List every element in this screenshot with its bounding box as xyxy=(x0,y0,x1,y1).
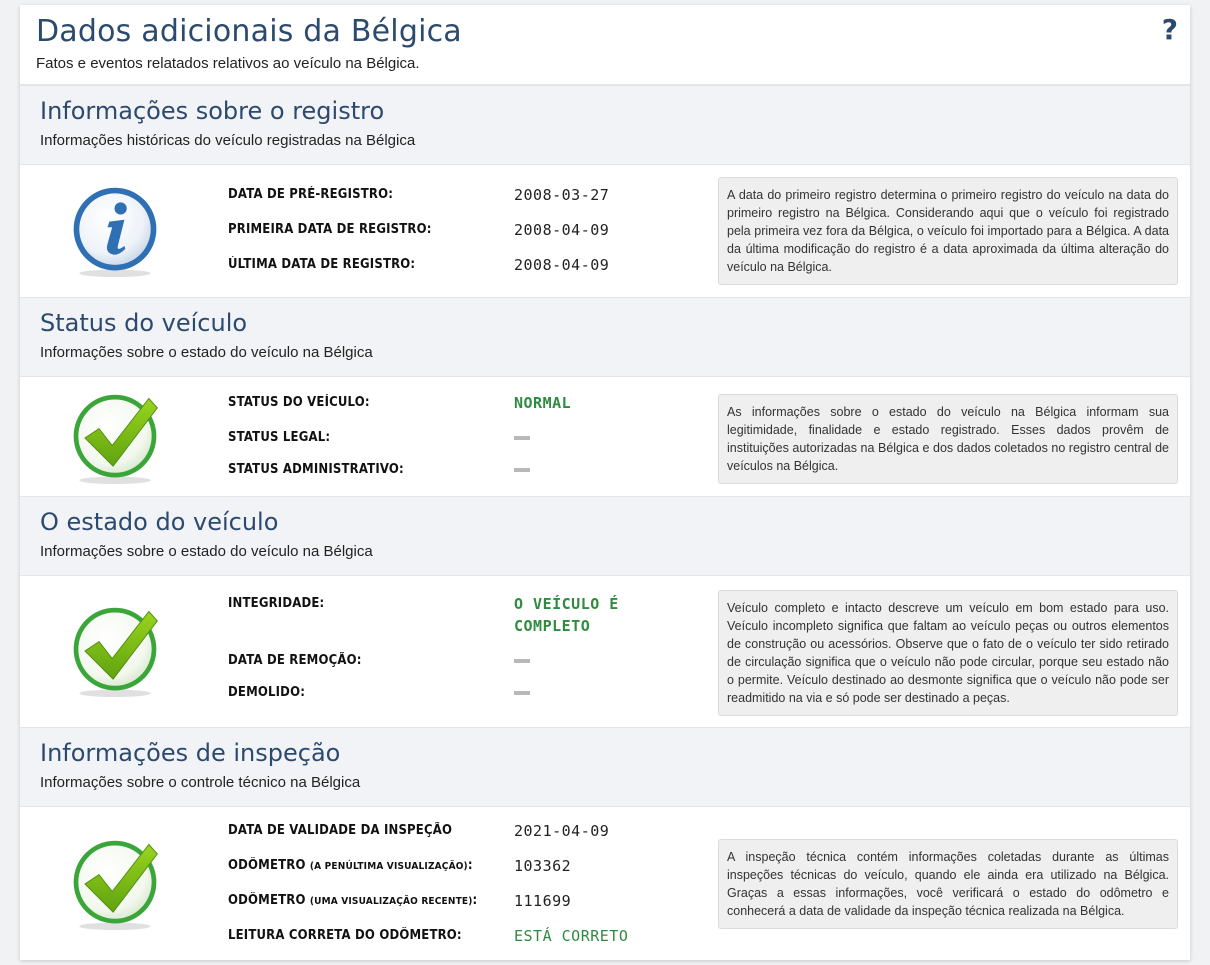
field-value: 2008-04-09 xyxy=(514,256,610,274)
info-note: A inspeção técnica contém informações co… xyxy=(718,839,1178,929)
empty-value-dash xyxy=(514,659,530,663)
field-label: ODÔMETRO (A PENÚLTIMA VISUALIZAÇÃO): xyxy=(228,856,485,876)
field-row: ODÔMETRO (A PENÚLTIMA VISUALIZAÇÃO): 103… xyxy=(228,856,708,878)
info-note: Veículo completo e intacto descreve um v… xyxy=(718,590,1178,716)
section-title: Informações sobre o registro xyxy=(40,97,385,125)
section-title: O estado do veículo xyxy=(40,508,279,536)
section-body-inspection: DATA DE VALIDADE DA INSPEÇÃO 2021-04-09 … xyxy=(20,807,1190,960)
field-label-qualifier: (A PENÚLTIMA VISUALIZAÇÃO) xyxy=(309,861,468,872)
checkmark-icon xyxy=(73,394,158,485)
section-subtitle: Informações sobre o estado do veículo na… xyxy=(40,543,373,560)
field-label: STATUS DO VEÍCULO: xyxy=(228,395,370,410)
field-value: 2008-03-27 xyxy=(514,186,610,204)
section-subtitle: Informações sobre o estado do veículo na… xyxy=(40,344,373,361)
field-label-qualifier: (UMA VISUALIZAÇÃO RECENTE) xyxy=(309,896,473,907)
field-row: PRIMEIRA DATA DE REGISTRO: 2008-04-09 xyxy=(228,220,708,242)
status-fields: STATUS DO VEÍCULO: NORMAL STATUS LEGAL: … xyxy=(228,393,708,492)
empty-value-dash xyxy=(514,691,530,695)
field-row: ODÔMETRO (UMA VISUALIZAÇÃO RECENTE): 111… xyxy=(228,891,708,913)
checkmark-icon xyxy=(73,607,158,698)
field-label-main: ODÔMETRO xyxy=(228,893,306,908)
field-label: ÚLTIMA DATA DE REGISTRO: xyxy=(228,257,416,272)
inspection-fields: DATA DE VALIDADE DA INSPEÇÃO 2021-04-09 … xyxy=(228,821,708,960)
registration-fields: DATA DE PRÉ-REGISTRO: 2008-03-27 PRIMEIR… xyxy=(228,185,708,290)
info-note: As informações sobre o estado do veículo… xyxy=(718,394,1178,484)
empty-value-dash xyxy=(514,436,530,440)
field-label: DATA DE PRÉ-REGISTRO: xyxy=(228,187,394,202)
field-row: STATUS ADMINISTRATIVO: xyxy=(228,460,708,479)
section-subtitle: Informações sobre o controle técnico na … xyxy=(40,774,361,791)
field-value: O VEÍCULO É xyxy=(514,595,619,613)
field-label: DATA DE VALIDADE DA INSPEÇÃO xyxy=(228,823,453,838)
field-value: COMPLETO xyxy=(514,617,591,635)
field-label-colon: : xyxy=(472,893,478,908)
condition-fields: INTEGRIDADE: O VEÍCULO É COMPLETO DATA D… xyxy=(228,594,708,715)
field-label: PRIMEIRA DATA DE REGISTRO: xyxy=(228,222,432,237)
field-value: ESTÁ CORRETO xyxy=(514,927,629,945)
page-subtitle: Fatos e eventos relatados relativos ao v… xyxy=(36,55,420,72)
info-icon xyxy=(73,187,157,278)
section-title: Informações de inspeção xyxy=(40,739,341,767)
section-body-condition: INTEGRIDADE: O VEÍCULO É COMPLETO DATA D… xyxy=(20,576,1190,727)
field-value: 2021-04-09 xyxy=(514,822,610,840)
field-row: STATUS LEGAL: xyxy=(228,428,708,447)
field-value: 111699 xyxy=(514,892,572,910)
field-row: STATUS DO VEÍCULO: NORMAL xyxy=(228,393,708,415)
section-header-status: Status do veículo Informações sobre o es… xyxy=(20,297,1190,377)
field-row: DATA DE VALIDADE DA INSPEÇÃO 2021-04-09 xyxy=(228,821,708,843)
field-label: DATA DE REMOÇÃO: xyxy=(228,653,362,668)
field-value: 103362 xyxy=(514,857,572,875)
field-value: NORMAL xyxy=(514,394,572,412)
section-body-status: STATUS DO VEÍCULO: NORMAL STATUS LEGAL: … xyxy=(20,377,1190,496)
field-row: DATA DE PRÉ-REGISTRO: 2008-03-27 xyxy=(228,185,708,207)
belgium-data-card: Dados adicionais da Bélgica Fatos e even… xyxy=(20,5,1190,960)
field-row: DEMOLIDO: xyxy=(228,683,708,702)
section-header-registration: Informações sobre o registro Informações… xyxy=(20,85,1190,165)
info-note: A data do primeiro registro determina o … xyxy=(718,177,1178,285)
section-body-registration: DATA DE PRÉ-REGISTRO: 2008-03-27 PRIMEIR… xyxy=(20,165,1190,297)
field-row: INTEGRIDADE: O VEÍCULO É COMPLETO xyxy=(228,594,708,638)
field-row: ÚLTIMA DATA DE REGISTRO: 2008-04-09 xyxy=(228,255,708,277)
field-label-colon: : xyxy=(467,858,473,873)
field-row: LEITURA CORRETA DO ODÔMETRO: ESTÁ CORRET… xyxy=(228,926,708,948)
field-label: DEMOLIDO: xyxy=(228,685,306,700)
section-header-condition: O estado do veículo Informações sobre o … xyxy=(20,496,1190,576)
field-label: STATUS LEGAL: xyxy=(228,430,331,445)
page-header: Dados adicionais da Bélgica Fatos e even… xyxy=(20,5,1190,85)
field-label: LEITURA CORRETA DO ODÔMETRO: xyxy=(228,928,462,943)
field-row: DATA DE REMOÇÃO: xyxy=(228,651,708,670)
field-label: ODÔMETRO (UMA VISUALIZAÇÃO RECENTE): xyxy=(228,891,485,911)
field-label: INTEGRIDADE: xyxy=(228,596,325,611)
section-subtitle: Informações históricas do veículo regist… xyxy=(40,132,416,149)
field-value-multiline: O VEÍCULO É COMPLETO xyxy=(514,594,619,638)
section-title: Status do veículo xyxy=(40,309,248,337)
checkmark-icon xyxy=(73,840,158,931)
field-label-main: ODÔMETRO xyxy=(228,858,306,873)
field-value: 2008-04-09 xyxy=(514,221,610,239)
field-label: STATUS ADMINISTRATIVO: xyxy=(228,462,404,477)
page-title: Dados adicionais da Bélgica xyxy=(36,14,462,49)
section-header-inspection: Informações de inspeção Informações sobr… xyxy=(20,727,1190,807)
empty-value-dash xyxy=(514,468,530,472)
help-icon[interactable]: ? xyxy=(1162,13,1178,46)
